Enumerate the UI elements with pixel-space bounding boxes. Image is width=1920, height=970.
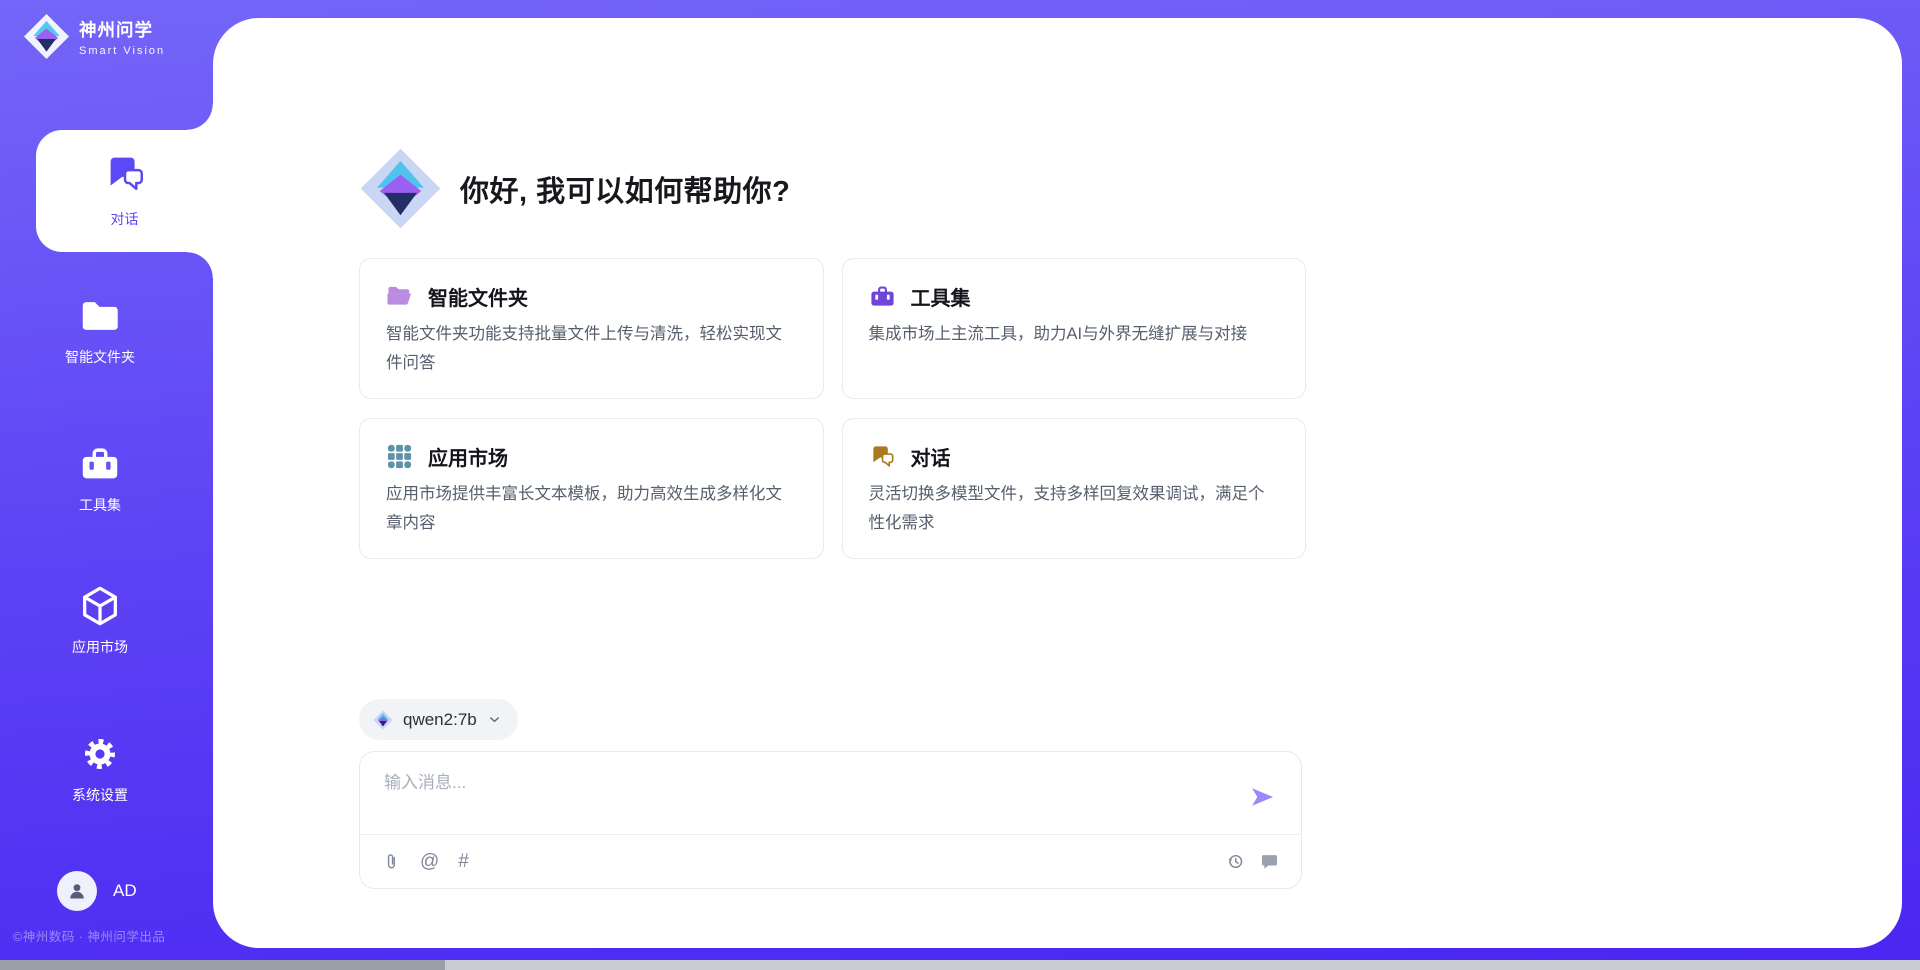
scrollbar-thumb[interactable]	[0, 960, 445, 970]
sidebar-item-label: 系统设置	[0, 785, 200, 805]
chat-icon	[102, 150, 148, 196]
card-title: 对话	[911, 442, 951, 471]
card-chat[interactable]: 对话 灵活切换多模型文件，支持多样回复效果调试，满足个性化需求	[842, 418, 1307, 559]
feature-cards: 智能文件夹 智能文件夹功能支持批量文件上传与清洗，轻松实现文件问答 工具集 集成…	[359, 258, 1306, 559]
send-icon	[1248, 783, 1276, 811]
model-name: qwen2:7b	[403, 710, 477, 730]
sidebar-item-toolset[interactable]: 工具集	[0, 441, 200, 515]
sidebar-item-label: 工具集	[0, 495, 200, 515]
copyright-text: ©神州数码 · 神州问学出品	[13, 926, 165, 945]
sidebar-item-label: 智能文件夹	[0, 347, 200, 367]
chat-bubbles-icon	[869, 443, 896, 470]
topic-button[interactable]: #	[458, 852, 469, 871]
briefcase-icon	[869, 283, 896, 310]
app-name: 神州问学	[79, 17, 165, 42]
model-selector[interactable]: qwen2:7b	[359, 699, 518, 740]
sidebar: 神州问学 Smart Vision 对话 智能文件夹 工具集	[0, 0, 213, 970]
user-account[interactable]: AD	[57, 871, 137, 911]
folder-icon	[77, 293, 123, 339]
tab-fillet-bottom	[187, 252, 213, 278]
content-area: 你好, 我可以如何帮助你? 智能文件夹 智能文件夹功能支持批量文件上传与清洗，轻…	[359, 0, 1306, 970]
toolbar-right	[1226, 852, 1279, 871]
greeting: 你好, 我可以如何帮助你?	[359, 147, 790, 230]
card-title: 应用市场	[428, 442, 508, 471]
gear-icon	[77, 731, 123, 777]
sidebar-item-label: 应用市场	[0, 637, 200, 657]
history-button[interactable]	[1226, 852, 1245, 871]
chevron-down-icon	[487, 712, 502, 727]
card-description: 智能文件夹功能支持批量文件上传与清洗，轻松实现文件问答	[386, 320, 797, 378]
message-input[interactable]	[382, 766, 1206, 830]
feedback-button[interactable]	[1260, 852, 1279, 871]
history-icon	[1226, 852, 1245, 871]
card-title: 工具集	[911, 282, 971, 311]
brand-diamond-icon	[359, 147, 442, 230]
card-title: 智能文件夹	[428, 282, 528, 311]
composer-toolbar: @ #	[360, 835, 1301, 888]
brand-diamond-icon	[373, 710, 393, 730]
tab-fillet-top	[187, 104, 213, 130]
sidebar-item-label: 对话	[60, 209, 190, 229]
app-logo: 神州问学 Smart Vision	[23, 13, 165, 60]
speech-bubble-icon	[1260, 852, 1279, 871]
sidebar-item-settings[interactable]: 系统设置	[0, 731, 200, 805]
card-description: 应用市场提供丰富长文本模板，助力高效生成多样化文章内容	[386, 480, 797, 538]
user-initials: AD	[113, 881, 137, 901]
send-button[interactable]	[1247, 782, 1277, 812]
horizontal-scrollbar[interactable]	[0, 960, 1920, 970]
card-smart-folder[interactable]: 智能文件夹 智能文件夹功能支持批量文件上传与清洗，轻松实现文件问答	[359, 258, 824, 399]
briefcase-icon	[77, 441, 123, 487]
sidebar-item-chat[interactable]: 对话	[36, 130, 213, 252]
card-description: 集成市场上主流工具，助力AI与外界无缝扩展与对接	[869, 320, 1280, 349]
attachment-button[interactable]	[382, 852, 401, 871]
app-subtitle: Smart Vision	[79, 45, 165, 57]
mention-button[interactable]: @	[420, 852, 439, 871]
card-description: 灵活切换多模型文件，支持多样回复效果调试，满足个性化需求	[869, 480, 1280, 538]
person-icon	[66, 880, 88, 902]
brand-diamond-icon	[23, 13, 70, 60]
message-composer: @ #	[359, 751, 1302, 889]
grid-icon	[386, 443, 413, 470]
avatar	[57, 871, 97, 911]
sidebar-item-smart-folder[interactable]: 智能文件夹	[0, 293, 200, 367]
paperclip-icon	[382, 852, 401, 871]
sidebar-item-app-market[interactable]: 应用市场	[0, 583, 200, 657]
folder-open-icon	[386, 283, 413, 310]
card-toolset[interactable]: 工具集 集成市场上主流工具，助力AI与外界无缝扩展与对接	[842, 258, 1307, 399]
cube-icon	[77, 583, 123, 629]
greeting-title: 你好, 我可以如何帮助你?	[460, 168, 790, 210]
card-app-market[interactable]: 应用市场 应用市场提供丰富长文本模板，助力高效生成多样化文章内容	[359, 418, 824, 559]
